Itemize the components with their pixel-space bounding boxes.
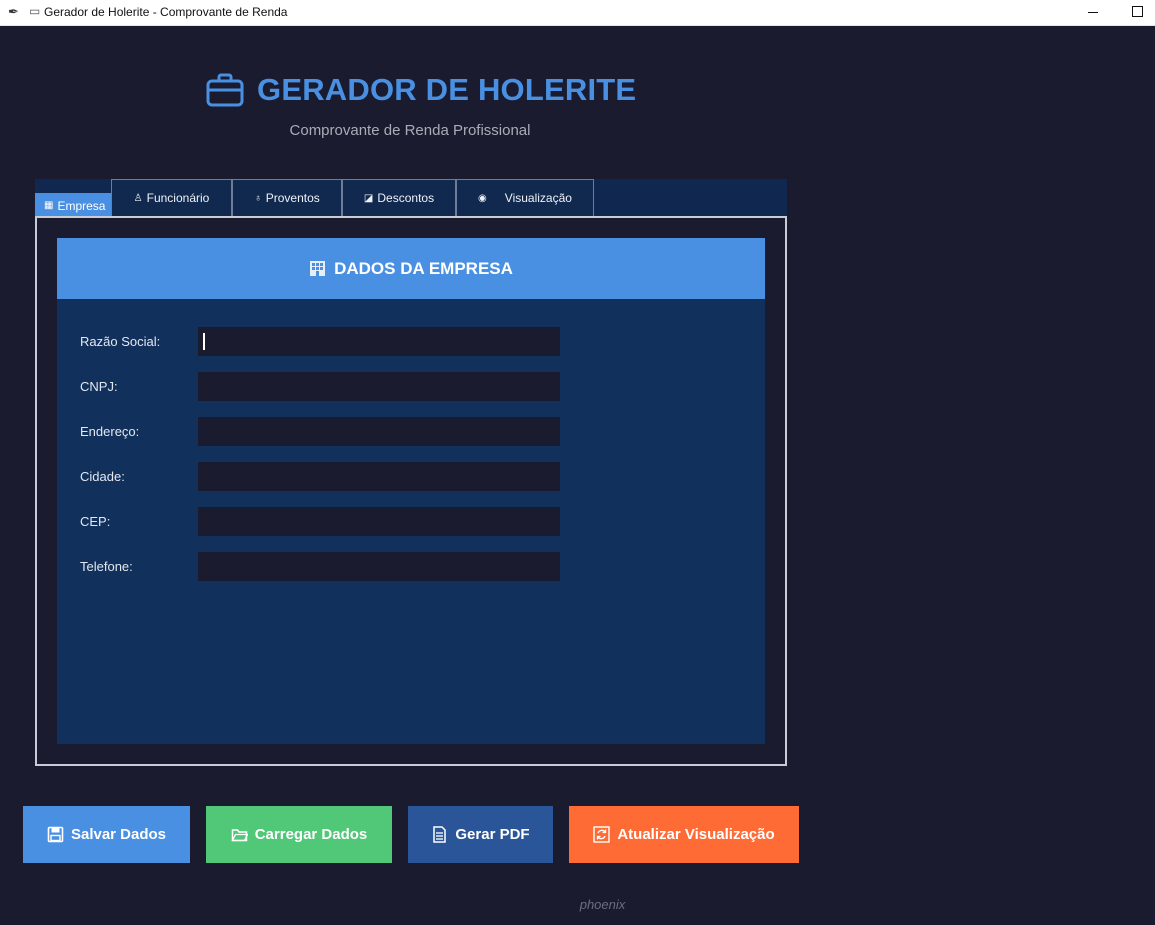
field-label: CEP: [80, 514, 111, 529]
section-title: DADOS DA EMPRESA [334, 258, 513, 278]
tab-panel-empresa: DADOS DA EMPRESA Razão Social: CNPJ: End… [35, 216, 787, 766]
tab-label: Visualização [504, 191, 572, 205]
window-title: Gerador de Holerite - Comprovante de Ren… [44, 5, 288, 19]
load-data-button[interactable]: Carregar Dados [206, 806, 392, 863]
app-header: GERADOR DE HOLERITE [206, 70, 636, 110]
tab-label: Empresa [57, 198, 106, 213]
save-data-button[interactable]: Salvar Dados [23, 806, 190, 863]
discount-icon: ◪ [363, 192, 374, 204]
footer-signature: phoenix [579, 897, 626, 912]
company-data-section: DADOS DA EMPRESA Razão Social: CNPJ: End… [57, 238, 765, 744]
text-cursor [203, 333, 205, 350]
cidade-input[interactable] [198, 462, 560, 491]
window-titlebar: ✒ ▭ Gerador de Holerite - Comprovante de… [0, 0, 1155, 26]
section-header: DADOS DA EMPRESA [57, 238, 765, 299]
refresh-preview-button[interactable]: Atualizar Visualização [569, 806, 799, 863]
app-title: GERADOR DE HOLERITE [257, 72, 637, 107]
tab-label: Funcionário [146, 191, 210, 205]
field-endereco: Endereço: [57, 417, 765, 446]
button-label: Atualizar Visualização [617, 826, 775, 843]
cnpj-input[interactable] [198, 372, 560, 401]
field-label: Razão Social: [80, 334, 161, 349]
field-label: Endereço: [80, 424, 140, 439]
field-label: Cidade: [80, 469, 125, 484]
tab-notebook: ▦ Empresa ♙ Funcionário ♁ Proventos ◪ De… [35, 179, 787, 766]
tab-visualizacao[interactable]: ◉ Visualização [456, 179, 594, 216]
building-icon: ▦ [44, 200, 54, 211]
briefcase-icon: ▭ [29, 4, 41, 18]
tab-label: Proventos [265, 191, 320, 205]
tab-funcionario[interactable]: ♙ Funcionário [111, 179, 232, 216]
razao-social-input[interactable] [198, 327, 560, 356]
minimize-button[interactable] [1078, 0, 1108, 25]
field-label: Telefone: [80, 559, 133, 574]
field-cnpj: CNPJ: [57, 372, 765, 401]
field-razao-social: Razão Social: [57, 327, 765, 356]
tab-empresa[interactable]: ▦ Empresa [35, 193, 111, 217]
briefcase-icon [206, 73, 244, 107]
cep-input[interactable] [198, 507, 560, 536]
floppy-icon [47, 826, 64, 843]
field-cidade: Cidade: [57, 462, 765, 491]
endereco-input[interactable] [198, 417, 560, 446]
field-label: CNPJ: [80, 379, 118, 394]
money-bag-icon: ♁ [254, 192, 262, 204]
button-label: Salvar Dados [70, 826, 167, 843]
app-subtitle: Comprovante de Renda Profissional [289, 122, 531, 139]
document-icon [433, 826, 447, 843]
tab-descontos[interactable]: ◪ Descontos [342, 179, 456, 216]
field-telefone: Telefone: [57, 552, 765, 581]
button-label: Carregar Dados [254, 826, 368, 843]
folder-icon [231, 829, 248, 842]
tab-proventos[interactable]: ♁ Proventos [232, 179, 342, 216]
telefone-input[interactable] [198, 552, 560, 581]
maximize-button[interactable] [1122, 0, 1152, 25]
feather-icon: ✒ [8, 4, 19, 19]
field-cep: CEP: [57, 507, 765, 536]
eye-icon: ◉ [478, 192, 487, 204]
refresh-icon [593, 826, 611, 843]
building-icon [310, 261, 326, 276]
button-label: Gerar PDF [455, 826, 530, 843]
tab-label: Descontos [377, 191, 435, 205]
generate-pdf-button[interactable]: Gerar PDF [408, 806, 553, 863]
tab-strip: ▦ Empresa ♙ Funcionário ♁ Proventos ◪ De… [35, 179, 787, 217]
person-icon: ♙ [133, 192, 143, 204]
